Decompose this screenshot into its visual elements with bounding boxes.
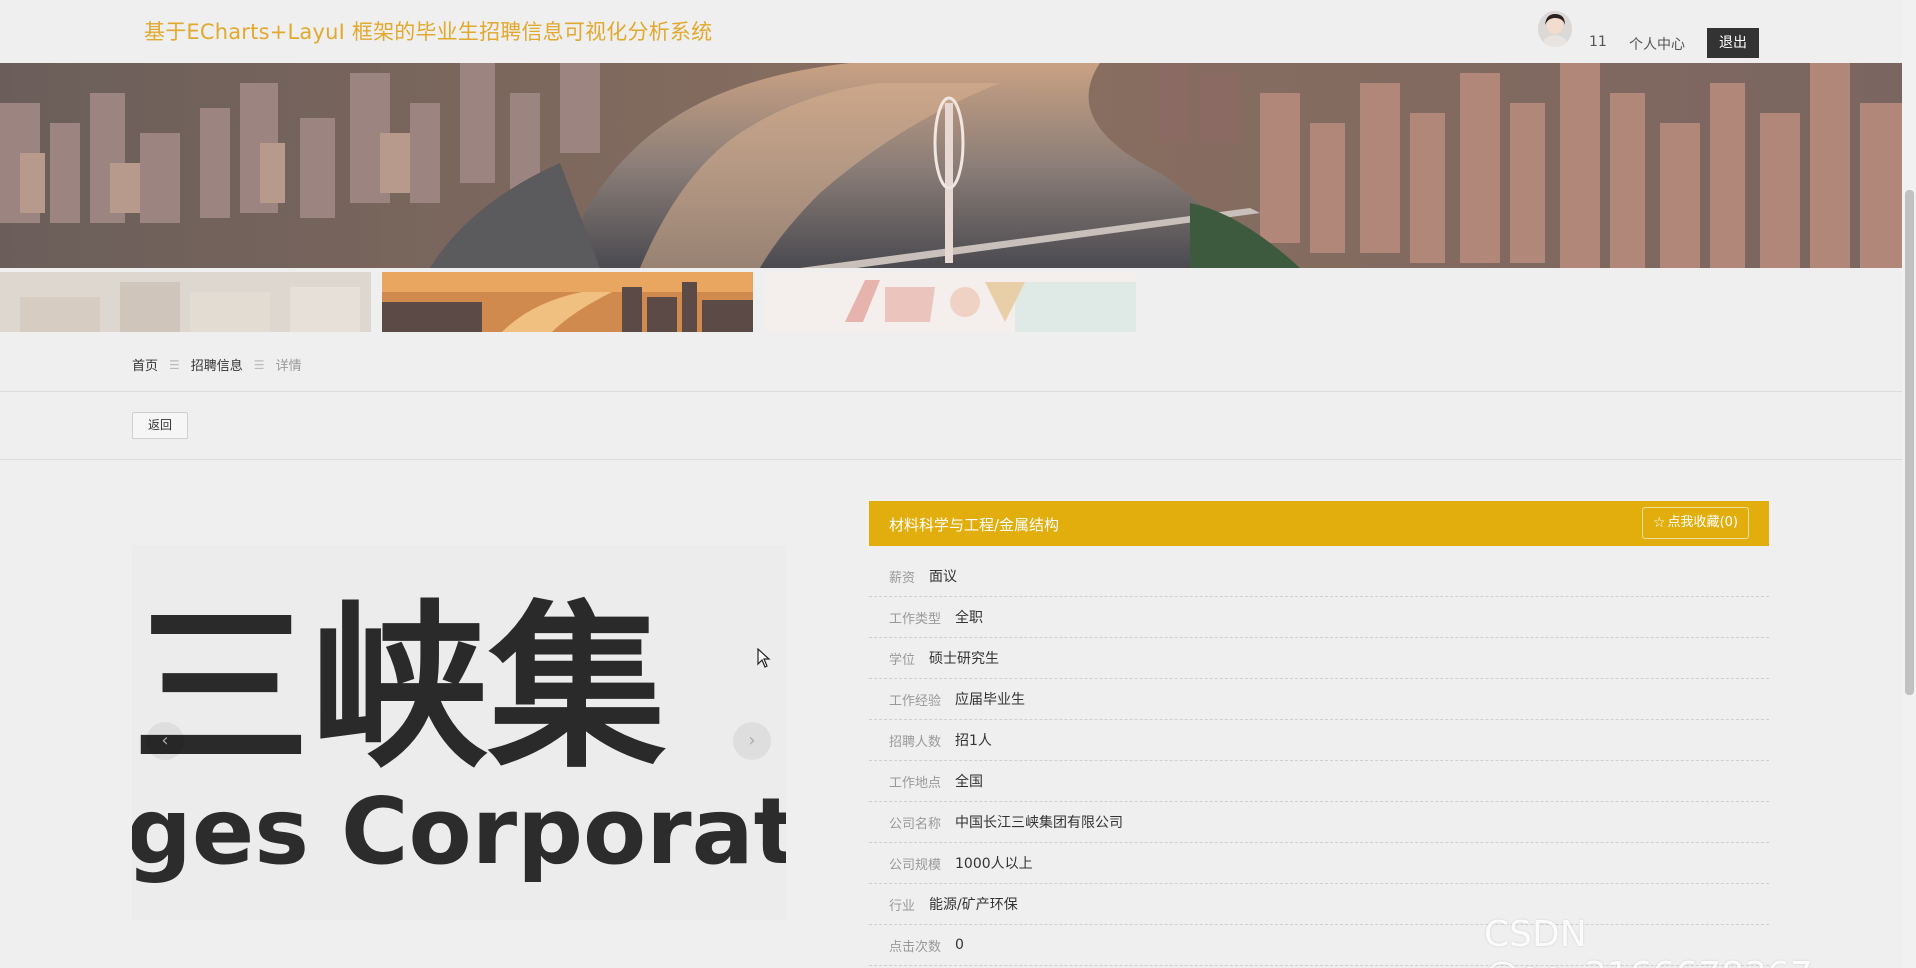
company-logo-image: 三峡集 ges Corporatio bbox=[132, 545, 786, 920]
company-image-carousel[interactable]: 三峡集 ges Corporatio bbox=[132, 545, 786, 920]
mouse-cursor-icon bbox=[757, 648, 771, 668]
breadcrumb-current: 详情 bbox=[275, 359, 302, 374]
carousel-next-icon[interactable]: › bbox=[733, 722, 771, 760]
thumbnail-2[interactable] bbox=[382, 272, 753, 332]
detail-value: 能源/矿产环保 bbox=[929, 897, 1018, 913]
thumbnail-image-3 bbox=[765, 272, 1136, 332]
detail-value: 招1人 bbox=[955, 733, 992, 749]
detail-row-job-type: 工作类型 全职 bbox=[869, 597, 1769, 638]
detail-value: 应届毕业生 bbox=[955, 692, 1026, 708]
detail-row-headcount: 招聘人数 招1人 bbox=[869, 720, 1769, 761]
banner-carousel[interactable] bbox=[0, 63, 1902, 268]
logout-button[interactable]: 退出 bbox=[1707, 28, 1759, 58]
detail-value: 全职 bbox=[955, 610, 984, 626]
detail-row-company: 公司名称 中国长江三峡集团有限公司 bbox=[869, 802, 1769, 843]
username-label: 11 bbox=[1589, 34, 1607, 50]
detail-label: 工作经验 bbox=[889, 693, 942, 709]
job-detail-header: 材料科学与工程/金属结构 ☆ 点我收藏 0 bbox=[869, 501, 1769, 546]
favorite-count: 0 bbox=[1720, 508, 1738, 538]
favorite-button[interactable]: ☆ 点我收藏 0 bbox=[1641, 507, 1749, 539]
breadcrumb: 首页 ☰ 招聘信息 ☰ 详情 bbox=[132, 355, 302, 375]
breadcrumb-separator-icon: ☰ bbox=[169, 357, 180, 372]
site-title[interactable]: 基于ECharts+LayuI 框架的毕业生招聘信息可视化分析系统 bbox=[144, 16, 712, 46]
job-detail-list: 薪资 面议 工作类型 全职 学位 硕士研究生 工作经验 应届毕业生 招聘人数 招… bbox=[869, 556, 1769, 966]
top-navbar: 基于ECharts+LayuI 框架的毕业生招聘信息可视化分析系统 11 个人中… bbox=[0, 0, 1902, 63]
detail-value: 硕士研究生 bbox=[929, 651, 1000, 667]
detail-label: 公司规模 bbox=[889, 857, 942, 873]
detail-label: 点击次数 bbox=[889, 939, 942, 955]
page-scrollbar-thumb[interactable] bbox=[1905, 190, 1914, 695]
back-button[interactable]: 返回 bbox=[132, 412, 188, 439]
job-title: 材料科学与工程/金属结构 bbox=[889, 516, 1060, 534]
star-icon: ☆ bbox=[1652, 515, 1666, 531]
detail-row-company-size: 公司规模 1000人以上 bbox=[869, 843, 1769, 884]
detail-label: 公司名称 bbox=[889, 816, 942, 832]
banner-image bbox=[0, 63, 1902, 268]
thumbnail-image-1 bbox=[0, 272, 371, 332]
logo-text-line1: 三峡集 bbox=[132, 585, 666, 792]
avatar-image bbox=[1538, 11, 1572, 47]
favorite-label: 点我收藏 bbox=[1667, 515, 1720, 530]
detail-value: 中国长江三峡集团有限公司 bbox=[955, 815, 1124, 831]
divider bbox=[0, 459, 1902, 460]
detail-value: 全国 bbox=[955, 774, 984, 790]
detail-row-experience: 工作经验 应届毕业生 bbox=[869, 679, 1769, 720]
breadcrumb-section[interactable]: 招聘信息 bbox=[191, 355, 243, 374]
detail-label: 薪资 bbox=[889, 570, 916, 586]
thumbnail-1[interactable] bbox=[0, 272, 371, 332]
carousel-prev-icon[interactable]: ‹ bbox=[146, 722, 184, 760]
logo-text-line2: ges Corporatio bbox=[132, 778, 786, 885]
breadcrumb-separator-icon: ☰ bbox=[253, 357, 265, 372]
banner-thumbnails bbox=[0, 272, 1140, 332]
detail-value: 1000人以上 bbox=[955, 856, 1033, 872]
detail-row-salary: 薪资 面议 bbox=[869, 556, 1769, 597]
thumbnail-image-2 bbox=[382, 272, 753, 332]
detail-value: 面议 bbox=[929, 569, 958, 585]
detail-label: 行业 bbox=[889, 898, 916, 914]
breadcrumb-home[interactable]: 首页 bbox=[132, 355, 158, 374]
detail-row-degree: 学位 硕士研究生 bbox=[869, 638, 1769, 679]
detail-label: 学位 bbox=[889, 652, 916, 668]
detail-label: 工作地点 bbox=[889, 775, 942, 791]
detail-label: 工作类型 bbox=[889, 611, 942, 627]
detail-label: 招聘人数 bbox=[889, 734, 942, 750]
thumbnail-3[interactable] bbox=[765, 272, 1136, 332]
user-avatar[interactable] bbox=[1538, 11, 1572, 47]
detail-value: 0 bbox=[955, 937, 964, 953]
detail-row-location: 工作地点 全国 bbox=[869, 761, 1769, 802]
user-center-link[interactable]: 个人中心 bbox=[1629, 34, 1685, 54]
watermark: CSDN @qq_3166678367 bbox=[1484, 914, 1813, 968]
divider bbox=[0, 391, 1902, 392]
